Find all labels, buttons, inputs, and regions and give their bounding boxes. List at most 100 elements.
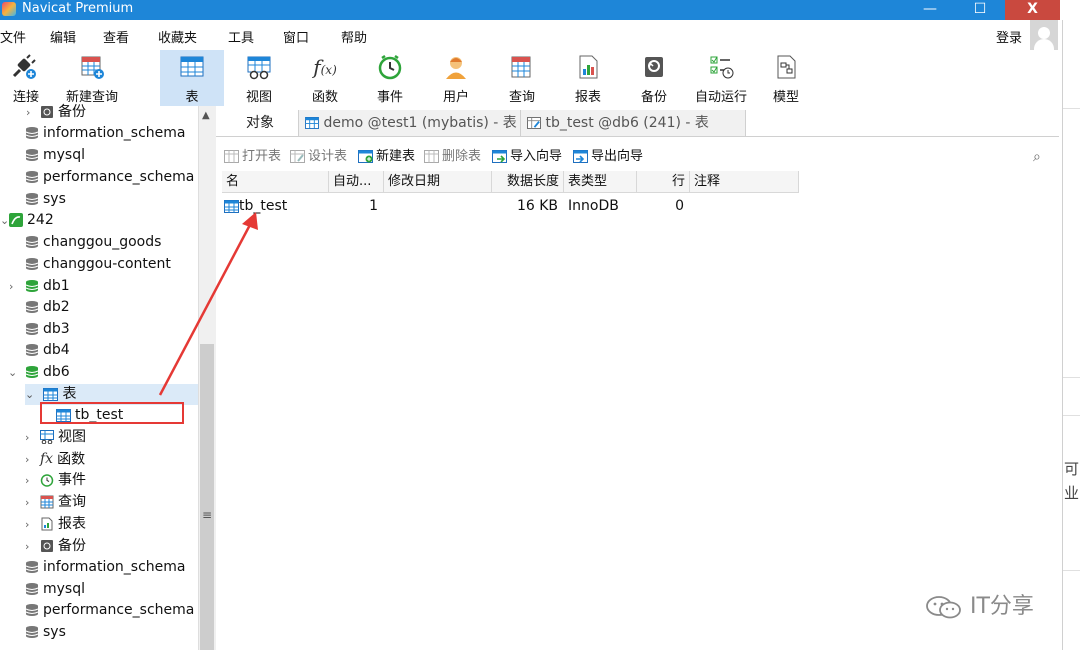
maximize-button[interactable]: ☐: [955, 0, 1005, 20]
tree-item-changgou-goods[interactable]: changgou_goods: [25, 232, 161, 253]
tree-item-queries[interactable]: › 查询: [25, 492, 86, 513]
main-toolbar: 连接 新建查询 表 视图 f(x) 函数 事件 用户 查询 报表 备份 自动运行…: [0, 50, 1062, 106]
import-icon: [492, 150, 507, 163]
tree-item-events[interactable]: › 事件: [25, 470, 86, 491]
toolbar-query-button[interactable]: 查询: [490, 50, 554, 106]
object-toolbar: 打开表 设计表 新建表 删除表 导入向导 导出向导: [216, 142, 1059, 168]
tree-item-db2[interactable]: db2: [25, 297, 70, 318]
database-icon: [25, 171, 39, 183]
export-icon: [573, 150, 588, 163]
toolbar-user-button[interactable]: 用户: [424, 50, 488, 106]
tab-tb-test-table[interactable]: tb_test @db6 (241) - 表: [520, 110, 746, 136]
scrollbar-thumb[interactable]: [200, 344, 214, 650]
tree-item-backup[interactable]: › 备份: [26, 102, 86, 123]
toolbar-report-button[interactable]: 报表: [556, 50, 620, 106]
database-open-icon: [25, 280, 39, 292]
column-header-comment[interactable]: 注释: [690, 171, 799, 193]
column-header-modified-date[interactable]: 修改日期: [384, 171, 492, 193]
new-table-icon: [358, 150, 373, 163]
table-icon: [43, 387, 59, 401]
column-header-rows[interactable]: 行: [637, 171, 690, 193]
toolbar-event-button[interactable]: 事件: [358, 50, 422, 106]
toolbar-model-button[interactable]: 模型: [754, 50, 818, 106]
menu-help[interactable]: 帮助: [341, 27, 367, 46]
export-wizard-button[interactable]: 导出向导: [573, 145, 643, 164]
tree-item-functions[interactable]: › fx 函数: [25, 449, 85, 470]
toolbar-table-button[interactable]: 表: [160, 50, 224, 106]
tree-item-information-schema-2[interactable]: information_schema: [25, 557, 186, 578]
tree-item-changgou-content[interactable]: changgou-content: [25, 254, 171, 275]
view-icon: [40, 430, 54, 444]
toolbar-function-button[interactable]: f(x) 函数: [293, 50, 357, 106]
column-header-data-length[interactable]: 数据长度: [492, 171, 564, 193]
column-header-auto-increment[interactable]: 自动...: [329, 171, 384, 193]
minimize-button[interactable]: —: [905, 0, 955, 20]
design-table-icon: [290, 150, 305, 163]
mysql-connection-icon: [9, 213, 23, 227]
tree-item-views[interactable]: › 视图: [25, 427, 86, 448]
query-icon: [511, 56, 531, 78]
clock-icon: [378, 54, 402, 80]
tree-item-performance-schema[interactable]: performance_schema: [25, 167, 194, 188]
function-icon: fx: [40, 451, 54, 467]
tree-item-connection-242[interactable]: ⌄ 242: [0, 210, 54, 231]
new-table-button[interactable]: 新建表: [358, 145, 415, 164]
database-icon: [25, 344, 39, 356]
tree-item-reports[interactable]: › 报表: [25, 514, 86, 535]
database-icon: [25, 561, 39, 573]
row-data-length: 16 KB: [516, 198, 558, 214]
open-table-button[interactable]: 打开表: [224, 145, 281, 164]
toolbar-automation-button[interactable]: 自动运行: [688, 50, 754, 106]
tab-objects[interactable]: 对象: [240, 110, 280, 136]
toolbar-new-query-button[interactable]: 新建查询: [56, 50, 128, 106]
scroll-up-icon[interactable]: ▲: [202, 110, 210, 121]
tree-item-mysql[interactable]: mysql: [25, 145, 85, 166]
sidebar-scrollbar[interactable]: ▲ ≡: [198, 106, 216, 650]
tree-item-db3[interactable]: db3: [25, 319, 70, 340]
menu-view[interactable]: 查看: [103, 27, 129, 46]
backup-icon: [41, 106, 53, 118]
open-table-icon: [224, 150, 239, 163]
tab-demo-table[interactable]: demo @test1 (mybatis) - 表: [298, 110, 526, 136]
new-query-icon: [81, 56, 104, 79]
column-header-name[interactable]: 名: [222, 171, 329, 193]
menu-window[interactable]: 窗口: [283, 27, 309, 46]
automation-icon: [710, 56, 734, 79]
tree-item-backups[interactable]: › 备份: [25, 536, 86, 557]
column-header-engine[interactable]: 表类型: [564, 171, 637, 193]
toolbar-connect-button[interactable]: 连接: [0, 50, 52, 106]
tree-item-performance-schema-2[interactable]: performance_schema: [25, 600, 194, 621]
row-count: 0: [675, 198, 684, 214]
view-icon: [247, 56, 271, 80]
toolbar-view-button[interactable]: 视图: [227, 50, 291, 106]
tree-item-db1[interactable]: › db1: [9, 276, 70, 297]
design-table-icon: [527, 117, 541, 129]
database-icon: [25, 258, 39, 270]
database-icon: [25, 236, 39, 248]
avatar[interactable]: [1030, 20, 1058, 50]
design-table-button[interactable]: 设计表: [290, 145, 347, 164]
tree-item-db6[interactable]: ⌄ db6: [8, 362, 70, 383]
tree-item-information-schema[interactable]: information_schema: [25, 123, 186, 144]
close-button[interactable]: X: [1005, 0, 1060, 20]
menu-file[interactable]: 文件: [0, 27, 26, 46]
menu-favorites[interactable]: 收藏夹: [158, 27, 197, 46]
toolbar-backup-button[interactable]: 备份: [622, 50, 686, 106]
menu-edit[interactable]: 编辑: [50, 27, 76, 46]
login-link[interactable]: 登录: [996, 27, 1022, 46]
table-icon: [224, 199, 239, 213]
tree-item-mysql-2[interactable]: mysql: [25, 579, 85, 600]
database-icon: [25, 604, 39, 616]
user-icon: [446, 57, 466, 79]
search-icon[interactable]: ⌕: [1033, 149, 1041, 165]
watermark: IT分享: [925, 588, 1034, 620]
row-comment: [690, 195, 799, 217]
database-open-icon: [25, 366, 39, 378]
tree-item-db4[interactable]: db4: [25, 340, 70, 361]
menu-tools[interactable]: 工具: [228, 27, 254, 46]
tree-item-sys-2[interactable]: sys: [25, 622, 66, 643]
annotation-highlight-box: [40, 402, 184, 424]
delete-table-button[interactable]: 删除表: [424, 145, 481, 164]
import-wizard-button[interactable]: 导入向导: [492, 145, 562, 164]
tree-item-sys[interactable]: sys: [25, 189, 66, 210]
